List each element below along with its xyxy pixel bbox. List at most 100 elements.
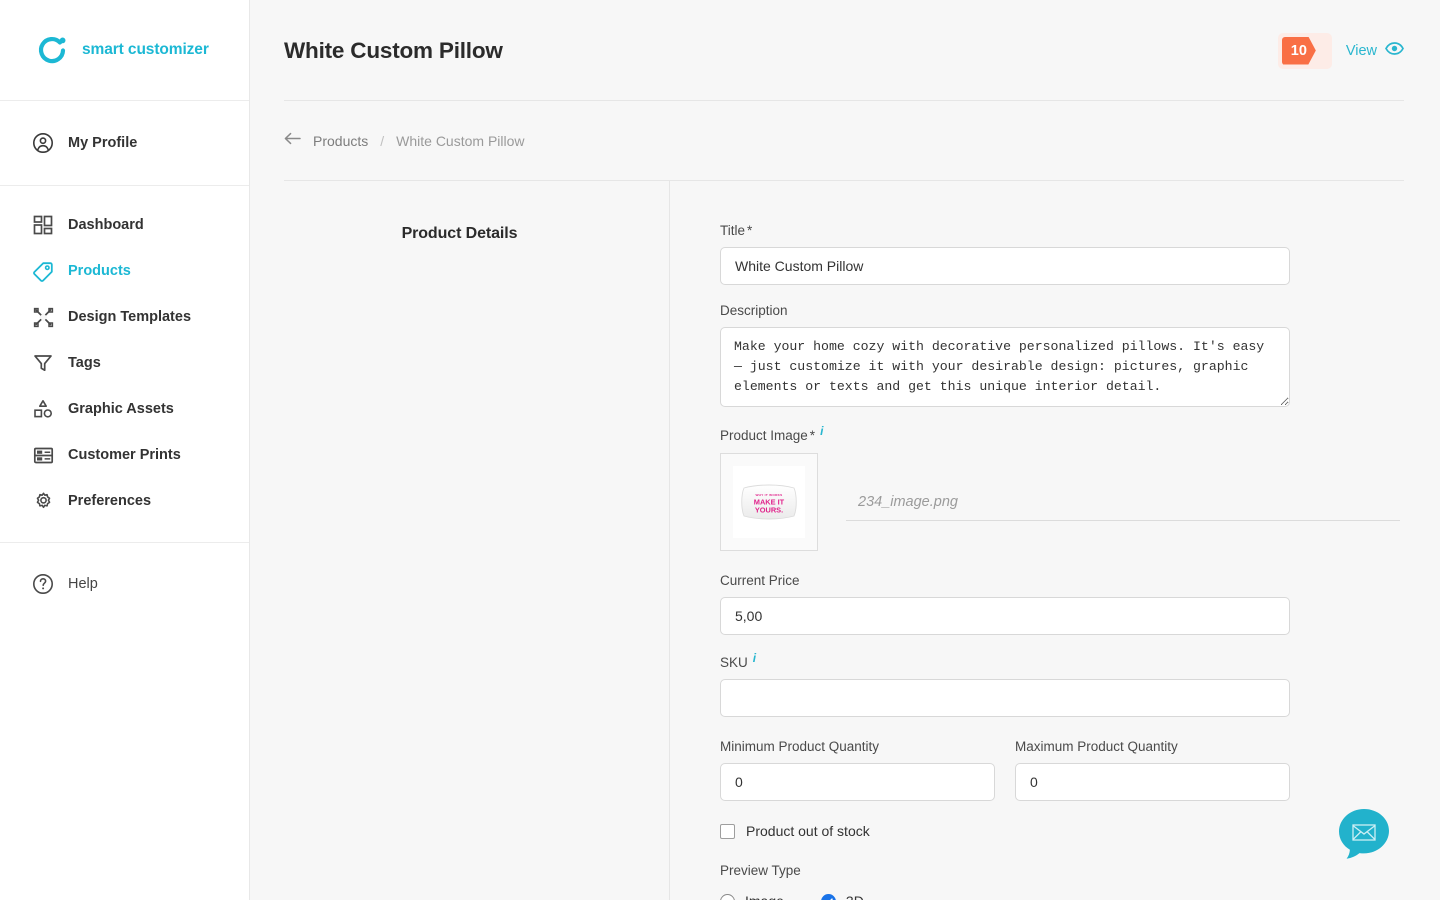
title-label: Title * [720, 223, 1440, 238]
circle-dot-logo-icon [36, 34, 69, 67]
sidebar-item-design-templates[interactable]: Design Templates [0, 294, 249, 340]
current-price-label: Current Price [720, 573, 1440, 588]
min-quantity-label-text: Minimum Product Quantity [720, 739, 880, 754]
topbar-actions: 10 View [1277, 32, 1404, 69]
brand-logo[interactable]: smart customizer [0, 0, 249, 101]
max-quantity-input[interactable] [1015, 763, 1290, 801]
quantity-row: Minimum Product Quantity Maximum Product… [720, 739, 1440, 801]
prints-list-icon [32, 444, 54, 466]
sidebar-item-customer-prints[interactable]: Customer Prints [0, 432, 249, 478]
required-marker: * [809, 428, 816, 443]
sidebar-nav: Dashboard Products Design Templates Tags… [0, 186, 249, 543]
breadcrumb-parent[interactable]: Products [313, 133, 368, 149]
info-icon[interactable]: i [753, 651, 756, 665]
sidebar-item-label: Preferences [68, 493, 152, 509]
field-max-quantity: Maximum Product Quantity [1015, 739, 1290, 801]
badge-count: 10 [1281, 36, 1316, 65]
sidebar-item-label: Customer Prints [68, 447, 181, 463]
sidebar-item-tags[interactable]: Tags [0, 340, 249, 386]
question-circle-icon [32, 573, 54, 595]
preview-type-options: Image 3D [720, 893, 1440, 900]
sidebar-item-label: Dashboard [68, 217, 144, 233]
shapes-icon [32, 398, 54, 420]
breadcrumb-separator: / [380, 133, 385, 149]
chat-widget-button[interactable] [1338, 808, 1390, 860]
info-icon[interactable]: i [820, 424, 823, 438]
tag-icon [32, 260, 54, 282]
help-label: Help [68, 576, 98, 592]
topbar: White Custom Pillow 10 View [250, 0, 1440, 101]
sku-input[interactable] [720, 679, 1290, 717]
max-quantity-label-text: Maximum Product Quantity [1015, 739, 1178, 754]
design-tools-icon [32, 306, 54, 328]
dashboard-grid-icon [32, 214, 54, 236]
view-button[interactable]: View [1345, 41, 1404, 60]
sidebar-item-label: Products [68, 263, 131, 279]
field-min-quantity: Minimum Product Quantity [720, 739, 995, 801]
view-label: View [1345, 42, 1377, 59]
svg-text:WHY IT WORKS: WHY IT WORKS [755, 493, 782, 497]
user-circle-icon [32, 132, 54, 154]
field-sku: SKU i [720, 651, 1440, 717]
current-price-input[interactable] [720, 597, 1290, 635]
pillow-illustration: WHY IT WORKS MAKE IT YOURS. [741, 484, 797, 520]
radio-circle-3d[interactable] [820, 893, 836, 900]
arrow-left-icon[interactable] [284, 132, 301, 150]
status-badge[interactable]: 10 [1277, 32, 1332, 69]
breadcrumb-current: White Custom Pillow [396, 133, 525, 149]
sidebar-item-products[interactable]: Products [0, 248, 249, 294]
description-textarea[interactable] [720, 327, 1290, 407]
field-description: Description [720, 303, 1440, 412]
min-quantity-input[interactable] [720, 763, 995, 801]
radio-option-image[interactable]: Image [720, 893, 784, 900]
section-heading: Product Details [401, 225, 518, 242]
sidebar-item-label: Graphic Assets [68, 401, 174, 417]
max-quantity-label: Maximum Product Quantity [1015, 739, 1290, 754]
sku-label: SKU i [720, 651, 1440, 670]
sidebar-item-preferences[interactable]: Preferences [0, 478, 249, 524]
required-marker: * [747, 223, 753, 238]
content-area: Product Details Title * Description [250, 181, 1440, 900]
pillow-preview: WHY IT WORKS MAKE IT YOURS. [733, 466, 805, 538]
sidebar-item-my-profile[interactable]: My Profile [0, 101, 249, 186]
field-product-image: Product Image * i WHY IT WORKS MAKE IT Y… [720, 424, 1440, 551]
preview-type-group: Preview Type Image 3D [720, 863, 1440, 900]
svg-text:YOURS.: YOURS. [755, 506, 783, 515]
page-title: White Custom Pillow [284, 37, 503, 63]
sidebar-item-label: Tags [68, 355, 101, 371]
product-image-thumbnail[interactable]: WHY IT WORKS MAKE IT YOURS. [720, 453, 818, 551]
min-quantity-label: Minimum Product Quantity [720, 739, 995, 754]
envelope-chat-icon [1339, 809, 1389, 859]
description-label: Description [720, 303, 1440, 318]
sidebar-item-help[interactable]: Help [0, 561, 249, 607]
out-of-stock-checkbox[interactable]: Product out of stock [720, 823, 1440, 839]
breadcrumb: Products / White Custom Pillow [250, 101, 1440, 181]
product-details-pane: Product Details [250, 181, 670, 900]
title-input[interactable] [720, 247, 1290, 285]
title-label-text: Title [720, 223, 746, 238]
sidebar: smart customizer My Profile Dashboard Pr… [0, 0, 250, 900]
checkbox-box[interactable] [720, 823, 735, 839]
brand-name: smart customizer [82, 41, 209, 58]
preview-type-label: Preview Type [720, 863, 801, 878]
product-image-label-text: Product Image [720, 428, 808, 443]
sidebar-item-graphic-assets[interactable]: Graphic Assets [0, 386, 249, 432]
radio-label-3d: 3D [846, 893, 864, 900]
out-of-stock-label: Product out of stock [746, 823, 870, 839]
current-price-label-text: Current Price [720, 573, 800, 588]
radio-label-image: Image [745, 893, 784, 900]
main-content: White Custom Pillow 10 View Products / W… [250, 0, 1440, 900]
profile-label: My Profile [68, 135, 138, 151]
gear-icon [32, 490, 54, 512]
product-image-file-line[interactable]: 234_image.png [846, 453, 1400, 521]
sidebar-item-dashboard[interactable]: Dashboard [0, 202, 249, 248]
sidebar-item-label: Design Templates [68, 309, 192, 325]
sku-label-text: SKU [720, 655, 748, 670]
app-root: smart customizer My Profile Dashboard Pr… [0, 0, 1440, 900]
radio-circle-image[interactable] [720, 893, 735, 900]
description-label-text: Description [720, 303, 788, 318]
product-form: Title * Description Product Image [670, 181, 1440, 900]
product-image-row: WHY IT WORKS MAKE IT YOURS. 234_image.pn… [720, 453, 1440, 551]
sidebar-help-section: Help [0, 543, 249, 607]
radio-option-3d[interactable]: 3D [820, 893, 864, 900]
